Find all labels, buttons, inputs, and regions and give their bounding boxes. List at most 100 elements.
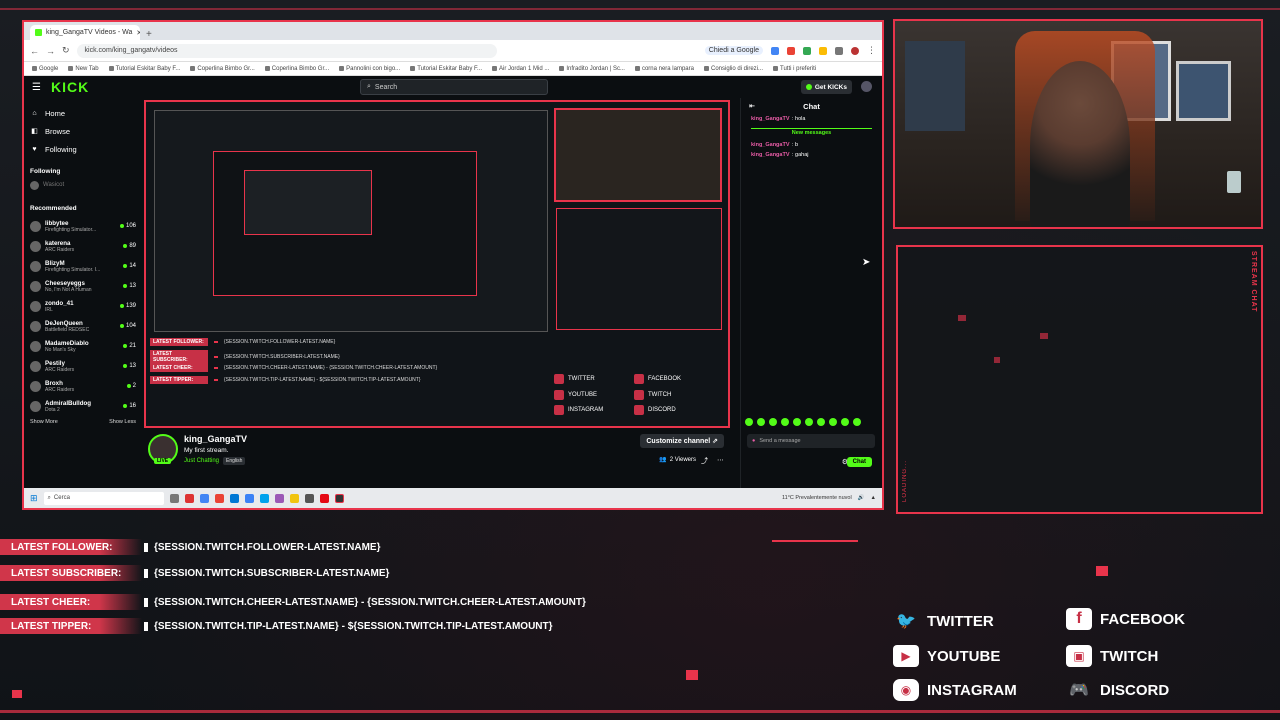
emote-icon[interactable]	[769, 418, 777, 426]
get-kicks-button[interactable]: Get KICKs	[800, 80, 852, 94]
emote-icon[interactable]	[841, 418, 849, 426]
extension-icon[interactable]	[803, 46, 811, 55]
chat-username[interactable]: king_GangaTV	[751, 142, 790, 148]
search-icon: ⌕	[367, 83, 371, 90]
accent-line	[0, 710, 1280, 713]
recommended-channel[interactable]: libbytee Firefighting Simulator... 106	[30, 216, 136, 236]
browser-menu-icon[interactable]: ⋮	[867, 45, 876, 56]
show-more-link[interactable]: Show More	[30, 419, 58, 425]
video-player[interactable]: LATEST FOLLOWER: {SESSION.TWITCH.FOLLOWER…	[144, 100, 730, 428]
network-icon[interactable]: ▲	[871, 495, 876, 501]
bookmark-item[interactable]: Infradito Jordan | Sc...	[559, 66, 625, 72]
recommended-channel[interactable]: MadameDiablo No Man's Sky 21	[30, 336, 136, 356]
edge-icon[interactable]	[229, 493, 239, 503]
chat-message-input[interactable]: ● Send a message	[747, 434, 875, 448]
customize-channel-button[interactable]: Customize channel ⇗	[640, 434, 724, 448]
recommended-channel[interactable]: Broxh ARC Raiders 2	[30, 376, 136, 396]
reload-icon[interactable]: ↻	[62, 45, 70, 56]
netflix-icon[interactable]	[319, 493, 329, 503]
viewer-count: 13	[129, 283, 136, 289]
bookmark-item[interactable]: Consiglio di direzi...	[703, 66, 763, 72]
more-options-icon[interactable]: ⋯	[717, 456, 724, 464]
kick-logo[interactable]: KICK	[51, 79, 89, 95]
user-avatar[interactable]	[861, 81, 872, 92]
browser-tab[interactable]: king_GangaTV Videos - Wa ✕	[30, 25, 140, 40]
weather-label[interactable]: 11°C Prevalentemente nuvol	[782, 495, 852, 501]
bookmark-item[interactable]: Air Jordan 1 Mid ...	[492, 66, 549, 72]
app-icon[interactable]	[304, 493, 314, 503]
app-icon[interactable]	[244, 493, 254, 503]
new-tab-icon[interactable]: +	[146, 29, 152, 40]
forward-icon[interactable]: →	[46, 46, 55, 56]
close-tab-icon[interactable]: ✕	[136, 29, 140, 37]
info-value: {SESSION.TWITCH.FOLLOWER-LATEST.NAME}	[154, 541, 381, 553]
sidebar-item-following[interactable]: ♥ Following	[30, 140, 136, 158]
volume-icon[interactable]: 🔊	[858, 495, 865, 501]
emote-icon[interactable]	[817, 418, 825, 426]
obs-icon[interactable]	[334, 493, 344, 503]
taskbar-search[interactable]: ⌕ Cerca	[43, 491, 164, 505]
bookmark-item[interactable]: Tutorial Eskitar Baby F...	[108, 66, 180, 72]
back-icon[interactable]: ←	[30, 46, 39, 56]
bookmark-item[interactable]: Pannolini con bigo...	[339, 66, 400, 72]
share-icon[interactable]: ⤴	[701, 456, 708, 466]
following-item[interactable]: Wasicot	[30, 179, 136, 191]
extensions-puzzle-icon[interactable]	[835, 46, 843, 55]
show-less-link[interactable]: Show Less	[109, 419, 136, 425]
recommended-channel[interactable]: Pestily ARC Raiders 13	[30, 356, 136, 376]
extension-icon[interactable]	[771, 46, 779, 55]
url-field[interactable]: kick.com/king_gangatv/videos	[76, 43, 497, 58]
bookmark-item[interactable]: Tutorial Eskitar Baby F...	[410, 66, 482, 72]
emote-icon[interactable]	[757, 418, 765, 426]
info-label: LATEST TIPPER:	[0, 618, 142, 634]
emote-icon[interactable]	[745, 418, 753, 426]
recommended-channel[interactable]: DeJenQueen Battlefield REDSEC 104	[30, 316, 136, 336]
app-icon[interactable]	[214, 493, 224, 503]
language-tag[interactable]: English	[223, 457, 246, 465]
chrome-icon[interactable]	[199, 493, 209, 503]
chat-username[interactable]: king_GangaTV	[751, 116, 790, 122]
emote-icon[interactable]	[829, 418, 837, 426]
sidebar-item-browse[interactable]: ◧ Browse	[30, 122, 136, 140]
category-link[interactable]: Just Chatting	[184, 458, 219, 464]
emote-icon[interactable]	[781, 418, 789, 426]
channel-name[interactable]: king_GangaTV	[184, 434, 247, 444]
live-dot-icon	[119, 224, 124, 228]
recommended-channel[interactable]: AdmiralBulldog Dota 2 16	[30, 396, 136, 416]
profile-avatar[interactable]	[851, 46, 859, 55]
bookmark-item[interactable]: Tutti i preferiti	[773, 66, 816, 72]
emote-icon[interactable]	[805, 418, 813, 426]
avatar	[30, 240, 41, 252]
emote-icon[interactable]	[793, 418, 801, 426]
collapse-chat-icon[interactable]: ⇤	[749, 102, 755, 110]
bookmark-item[interactable]: Coperlina Bimbo Gr...	[190, 66, 255, 72]
menu-icon[interactable]: ☰	[32, 82, 41, 93]
ask-google-chip[interactable]: Chiedi a Google	[704, 46, 763, 55]
channel-category: ARC Raiders	[45, 246, 75, 253]
emote-icon[interactable]	[853, 418, 861, 426]
app-icon[interactable]	[274, 493, 284, 503]
bookmark-item[interactable]: Google	[32, 66, 58, 72]
extension-icon[interactable]	[819, 46, 827, 55]
extension-icon[interactable]	[787, 46, 795, 55]
chat-username[interactable]: king_GangaTV	[751, 152, 790, 158]
recommended-channel[interactable]: BlizyM Firefighting Simulator. I... 14	[30, 256, 136, 276]
bookmark-item[interactable]: Coperlina Bimbo Gr...	[264, 66, 329, 72]
recommended-channel[interactable]: katerena ARC Raiders 89	[30, 236, 136, 256]
windows-start-icon[interactable]: ⊞	[30, 493, 38, 504]
address-bar: ← → ↻ kick.com/king_gangatv/videos Chied…	[24, 40, 882, 62]
mic-icon[interactable]: ●	[752, 438, 755, 444]
skype-icon[interactable]	[259, 493, 269, 503]
bookmark-item[interactable]: corna nera lampara	[634, 66, 694, 72]
chat-send-button[interactable]: Chat	[846, 457, 872, 467]
customize-channel-label: Customize channel	[646, 438, 711, 445]
file-explorer-icon[interactable]	[289, 493, 299, 503]
sidebar-item-home[interactable]: ⌂ Home	[30, 104, 136, 122]
search-input[interactable]: ⌕ Search	[360, 79, 548, 95]
task-view-icon[interactable]	[169, 493, 179, 503]
recommended-channel[interactable]: zondo_41 IRL 139	[30, 296, 136, 316]
recommended-channel[interactable]: Cheeseyeggs No, I'm Not A Human 13	[30, 276, 136, 296]
app-icon[interactable]	[184, 493, 194, 503]
bookmark-item[interactable]: New Tab	[68, 66, 99, 72]
info-label: LATEST TIPPER:	[150, 376, 208, 384]
